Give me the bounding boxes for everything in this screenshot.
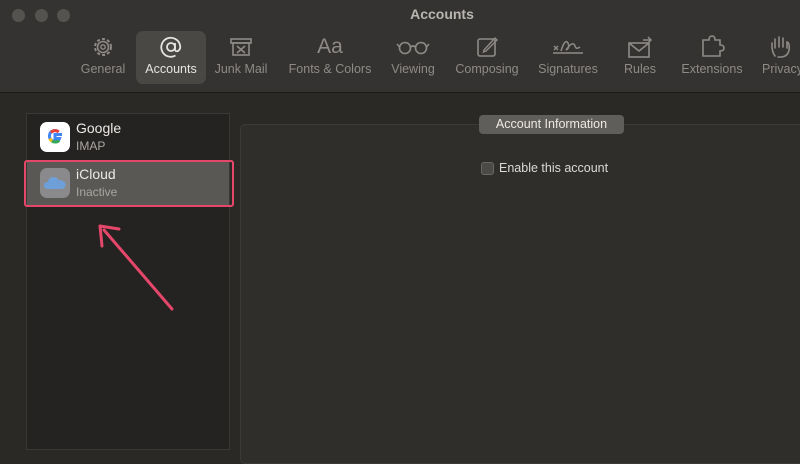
signature-icon [553,40,583,54]
toolbar-accounts[interactable]: Accounts [136,31,206,84]
puzzle-icon [702,35,725,57]
gear-icon [94,38,112,56]
toolbar-label: General [80,62,126,76]
compose-icon [477,36,498,57]
window-title: Accounts [410,6,474,22]
tab-account-information[interactable]: Account Information [479,115,624,134]
toolbar-label: Rules [624,62,656,76]
toolbar-privacy[interactable]: Privacy [760,31,800,84]
rules-icon [628,36,653,58]
toolbar-label: Accounts [145,62,197,76]
hand-icon [771,36,791,58]
toolbar-viewing[interactable]: Viewing [386,31,440,84]
enable-account-checkbox[interactable] [481,162,494,175]
toolbar-label: Junk Mail [214,62,268,76]
junk-mail-icon [230,38,252,56]
account-type: IMAP [76,139,106,153]
toolbar-label: Signatures [538,62,598,76]
highlight-box [24,160,234,207]
toolbar-label: Fonts & Colors [288,62,372,76]
toolbar-general[interactable]: General [76,31,130,84]
toolbar-label: Composing [455,62,519,76]
toolbar-composing[interactable]: Composing [451,31,523,84]
toolbar-label: Extensions [681,62,743,76]
account-detail-pane [240,124,800,464]
toolbar-label: Viewing [391,62,435,76]
toolbar-fonts-colors[interactable]: Aa Fonts & Colors [283,31,377,84]
enable-account-label[interactable]: Enable this account [499,161,608,175]
toolbar-rules[interactable]: Rules [620,31,660,84]
account-name: Google [76,120,122,136]
title-bar: Accounts General Accounts Junk Mail Aa F… [0,0,800,93]
google-icon [40,122,70,152]
at-sign-icon [160,36,182,58]
toolbar-junk-mail[interactable]: Junk Mail [210,31,272,84]
font-icon: Aa [317,35,343,58]
account-row-google[interactable]: Google IMAP [27,114,229,160]
glasses-icon [396,41,430,55]
toolbar-label: Privacy [762,62,800,76]
toolbar-signatures[interactable]: Signatures [533,31,603,84]
toolbar-extensions[interactable]: Extensions [676,31,748,84]
